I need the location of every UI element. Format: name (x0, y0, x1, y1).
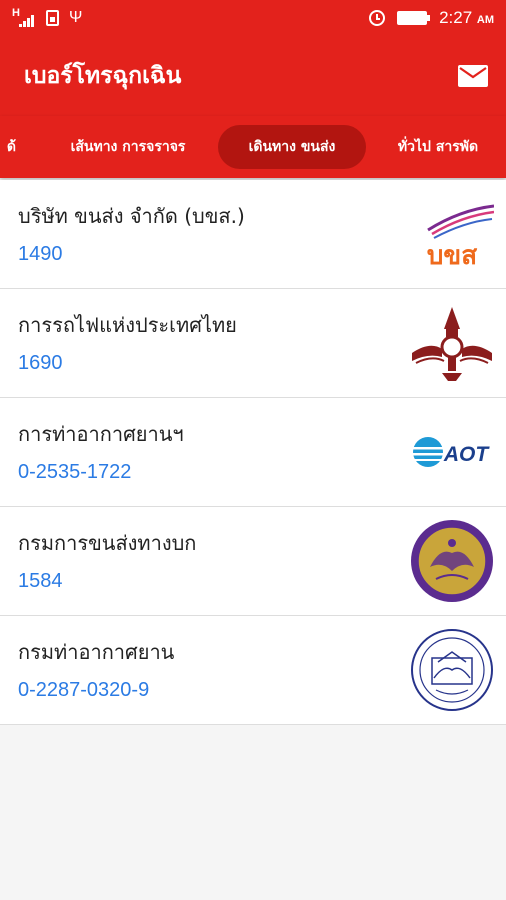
bks-logo: บขส (427, 204, 494, 271)
contact-name: การรถไฟแห่งประเทศไทย (18, 313, 237, 337)
srt-garuda-logo (412, 307, 492, 381)
contact-phone[interactable]: 0-2287-0320-9 (18, 679, 149, 702)
list-item[interactable]: การท่าอากาศยานฯ 0-2535-1722 AOT (0, 398, 506, 507)
battery-icon (397, 11, 431, 25)
list-item[interactable]: กรมท่าอากาศยาน 0-2287-0320-9 (0, 616, 506, 725)
clock-ampm: AM (476, 14, 494, 26)
contact-list: บริษัท ขนส่ง จำกัด (บขส.) 1490 บขส การรถ… (0, 180, 506, 725)
bks-logo-text: บขส (427, 241, 477, 271)
contact-phone[interactable]: 0-2535-1722 (18, 461, 131, 484)
clock: 2:27 AM (439, 8, 494, 28)
list-item[interactable]: การรถไฟแห่งประเทศไทย 1690 (0, 289, 506, 398)
tab-travel-transport[interactable]: เดินทาง ขนส่ง (218, 125, 366, 169)
tab-previous[interactable]: ด้ (0, 125, 16, 169)
dlt-seal-logo (411, 520, 493, 602)
contact-phone[interactable]: 1690 (18, 352, 63, 375)
tab-bar: ด้ เส้นทาง การจราจร เดินทาง ขนส่ง ทั่วไป… (0, 116, 506, 178)
aot-logo-text: AOT (443, 443, 491, 466)
app-bar: เบอร์โทรฉุกเฉิน (0, 36, 506, 116)
usb-icon: Ψ (69, 9, 83, 26)
status-bar: H Ψ 2:27 AM (0, 0, 506, 36)
doa-seal-logo (411, 629, 493, 711)
contact-phone[interactable]: 1490 (18, 243, 63, 266)
list-item[interactable]: กรมการขนส่งทางบก 1584 (0, 507, 506, 616)
alarm-icon (369, 10, 386, 26)
contact-name: กรมการขนส่งทางบก (18, 531, 197, 555)
app-title: เบอร์โทรฉุกเฉิน (24, 63, 182, 89)
list-item[interactable]: บริษัท ขนส่ง จำกัด (บขส.) 1490 บขส (0, 180, 506, 289)
contact-name: บริษัท ขนส่ง จำกัด (บขส.) (18, 204, 245, 228)
clock-time: 2:27 (439, 8, 473, 27)
sim-card-icon (46, 10, 59, 26)
aot-logo: AOT (413, 437, 491, 467)
contact-phone[interactable]: 1584 (18, 570, 63, 593)
contact-name: การท่าอากาศยานฯ (18, 422, 184, 446)
tab-route-traffic[interactable]: เส้นทาง การจราจร (52, 125, 204, 169)
network-signal-icon: H (12, 8, 36, 28)
contact-name: กรมท่าอากาศยาน (18, 640, 175, 664)
tab-general-misc[interactable]: ทั่วไป สารพัด (380, 125, 496, 169)
mail-icon[interactable] (458, 65, 488, 87)
